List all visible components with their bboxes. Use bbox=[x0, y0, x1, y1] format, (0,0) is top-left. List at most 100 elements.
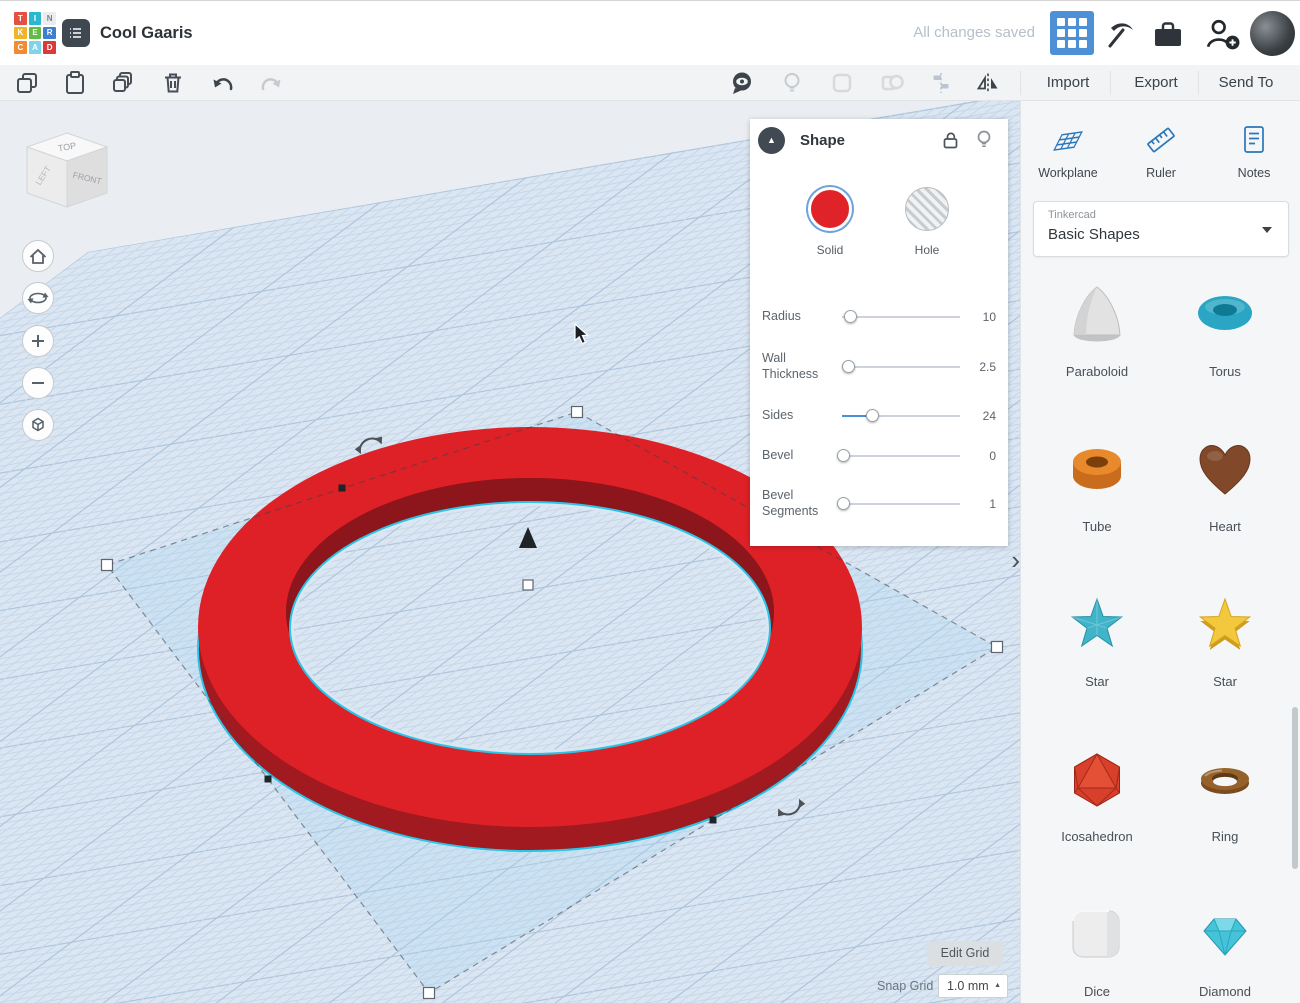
shape-icosahedron[interactable]: Icosahedron bbox=[1033, 742, 1161, 897]
3d-viewport[interactable]: TOP FRONT LEFT ▲ Shape Solid Hole Radius… bbox=[0, 101, 1020, 1003]
slider-row-sides: Sides 24 bbox=[762, 408, 996, 424]
notes-icon bbox=[1244, 126, 1264, 153]
export-button[interactable]: Export bbox=[1124, 65, 1188, 101]
group-icon[interactable] bbox=[829, 70, 855, 96]
fit-view-button[interactable] bbox=[22, 409, 54, 441]
logo-tile: R bbox=[43, 26, 56, 40]
user-avatar[interactable] bbox=[1250, 11, 1295, 56]
shape-label: Diamond bbox=[1198, 984, 1252, 999]
radius-slider-handle[interactable] bbox=[844, 309, 858, 323]
slider-value[interactable]: 2.5 bbox=[970, 360, 996, 374]
notes-tool[interactable]: Notes bbox=[1211, 123, 1297, 180]
import-button[interactable]: Import bbox=[1036, 65, 1100, 101]
bevel-slider-handle[interactable] bbox=[837, 448, 851, 462]
logo-tile: K bbox=[14, 26, 27, 40]
shape-star-teal[interactable]: Star bbox=[1033, 587, 1161, 742]
radius-slider[interactable] bbox=[842, 309, 960, 323]
sides-slider[interactable] bbox=[842, 408, 960, 422]
logo-tile: N bbox=[43, 12, 56, 25]
tinkercad-app: TIN KER CAD Cool Gaaris All changes saved bbox=[0, 0, 1300, 1003]
shape-paraboloid[interactable]: Paraboloid bbox=[1033, 277, 1161, 432]
shape-label: Dice bbox=[1083, 984, 1110, 999]
snap-grid-caret-icon: ▲ bbox=[994, 982, 1001, 989]
slider-value[interactable]: 24 bbox=[970, 409, 996, 423]
tips-lightbulb-icon[interactable] bbox=[779, 70, 805, 96]
bevel-slider[interactable] bbox=[837, 448, 960, 462]
projects-list-button[interactable] bbox=[62, 19, 90, 47]
ruler-tool[interactable]: Ruler bbox=[1118, 123, 1204, 180]
lock-icon[interactable] bbox=[942, 131, 959, 149]
shape-label: Star bbox=[1213, 674, 1237, 689]
shape-dice[interactable]: Dice bbox=[1033, 897, 1161, 1003]
list-icon bbox=[70, 28, 81, 38]
shape-lightbulb-icon[interactable] bbox=[974, 129, 994, 151]
heart-icon bbox=[1199, 445, 1251, 495]
send-to-button[interactable]: Send To bbox=[1208, 65, 1284, 101]
solid-option[interactable] bbox=[808, 187, 852, 231]
hole-option[interactable] bbox=[905, 187, 949, 231]
wall-thickness-slider[interactable] bbox=[841, 359, 960, 373]
bevel-segments-slider-handle[interactable] bbox=[837, 496, 851, 510]
shape-star-yellow[interactable]: Star bbox=[1161, 587, 1289, 742]
shape-heart[interactable]: Heart bbox=[1161, 432, 1289, 587]
zoom-out-button[interactable] bbox=[22, 367, 54, 399]
snap-grid-label: Snap Grid bbox=[877, 979, 934, 993]
shape-label: Icosahedron bbox=[1061, 829, 1133, 844]
chevron-down-icon bbox=[1262, 227, 1272, 233]
save-status: All changes saved bbox=[913, 24, 1035, 41]
solid-label: Solid bbox=[816, 243, 844, 257]
paste-icon[interactable] bbox=[62, 70, 88, 96]
design-title[interactable]: Cool Gaaris bbox=[100, 1, 193, 65]
sidebar-scrollbar[interactable] bbox=[1292, 707, 1298, 869]
copy-icon[interactable] bbox=[14, 70, 40, 96]
center-handle[interactable] bbox=[522, 579, 534, 591]
shape-torus[interactable]: Torus bbox=[1161, 277, 1289, 432]
align-icon[interactable] bbox=[928, 70, 954, 96]
home-view-button[interactable] bbox=[22, 240, 54, 272]
undo-icon[interactable] bbox=[210, 70, 236, 96]
brick-briefcase-icon[interactable] bbox=[1152, 19, 1184, 51]
duplicate-icon[interactable] bbox=[110, 70, 136, 96]
edit-grid-button[interactable]: Edit Grid bbox=[927, 941, 1003, 966]
notes-tool-label: Notes bbox=[1237, 166, 1271, 180]
shape-label: Torus bbox=[1209, 364, 1241, 379]
shape-tube[interactable]: Tube bbox=[1033, 432, 1161, 587]
slider-row-radius: Radius 10 bbox=[762, 309, 996, 325]
zoom-in-button[interactable] bbox=[22, 325, 54, 357]
mirror-icon[interactable] bbox=[975, 70, 1001, 96]
view-cube[interactable]: TOP FRONT LEFT bbox=[25, 132, 109, 208]
comments-icon[interactable] bbox=[729, 70, 755, 96]
slider-row-bevel-segments: Bevel Segments 1 bbox=[762, 488, 996, 519]
redo-icon[interactable] bbox=[258, 70, 284, 96]
slider-value[interactable]: 0 bbox=[970, 449, 996, 463]
shape-diamond[interactable]: Diamond bbox=[1161, 897, 1289, 1003]
slider-value[interactable]: 1 bbox=[970, 497, 996, 511]
shape-ring[interactable]: Ring bbox=[1161, 742, 1289, 897]
delete-icon[interactable] bbox=[160, 70, 186, 96]
shapes-sidebar: Workplane Ruler Notes Tinkercad Basic Sh… bbox=[1020, 101, 1300, 1003]
torus-icon bbox=[1198, 296, 1252, 330]
hole-label: Hole bbox=[914, 243, 940, 257]
wall-thickness-slider-handle[interactable] bbox=[841, 359, 855, 373]
logo-tile: T bbox=[14, 12, 27, 25]
ruler-tool-label: Ruler bbox=[1146, 166, 1176, 180]
ungroup-icon[interactable] bbox=[879, 70, 905, 96]
add-collaborator-icon[interactable] bbox=[1205, 17, 1241, 51]
workplane-tool[interactable]: Workplane bbox=[1025, 123, 1111, 180]
shape-label: Heart bbox=[1209, 519, 1241, 534]
shape-label: Tube bbox=[1082, 519, 1112, 534]
shape-label: Ring bbox=[1211, 829, 1239, 844]
dashboard-grid-button[interactable] bbox=[1050, 11, 1094, 55]
snap-grid-dropdown[interactable]: 1.0 mm ▲ bbox=[938, 974, 1008, 998]
slider-label: Bevel bbox=[762, 448, 794, 462]
orbit-view-button[interactable] bbox=[22, 282, 54, 314]
sides-slider-handle[interactable] bbox=[865, 408, 879, 422]
bevel-segments-slider[interactable] bbox=[837, 496, 960, 510]
slider-label: Wall Thickness bbox=[762, 351, 819, 381]
tinkercad-logo[interactable]: TIN KER CAD bbox=[14, 12, 56, 54]
slider-value[interactable]: 10 bbox=[970, 310, 996, 324]
minecraft-pickaxe-icon[interactable] bbox=[1102, 17, 1136, 51]
sidebar-collapse-chevron[interactable]: › bbox=[1011, 545, 1020, 576]
shape-library-dropdown[interactable]: Tinkercad Basic Shapes bbox=[1033, 201, 1289, 257]
panel-collapse-button[interactable]: ▲ bbox=[758, 127, 785, 154]
